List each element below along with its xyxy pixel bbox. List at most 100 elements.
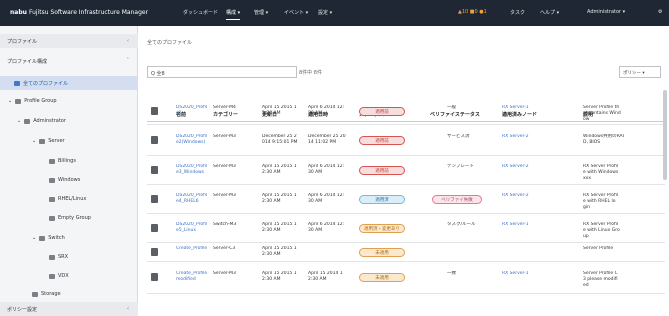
profile-name[interactable]: DS2020_Profil e1 [176, 105, 212, 117]
applied-cell: December 25 20 14 11:02 PM [308, 134, 346, 145]
status-badge: 適用済・変更あり [359, 224, 405, 233]
profile-name[interactable]: Create_Profile [176, 246, 212, 252]
sidebar-item-srx[interactable]: SRX [0, 250, 138, 264]
description-cell: RX Server Profil e with Linux Gro up [583, 222, 620, 239]
table-row[interactable]: DS2020_Profil e3_Windows Server-M3 April 1… [147, 157, 665, 185]
sidebar-item-profile-config[interactable]: プロファイル構成 ˆ [0, 54, 138, 68]
status-badge: 適用前 [359, 136, 405, 145]
user-menu[interactable]: Administrator ▾ [587, 9, 625, 15]
folder-icon [49, 273, 55, 279]
sidebar-item-switch[interactable]: ⌄ Switch [0, 231, 138, 245]
applied-cell: April 6 2014 12: 30 AM [308, 193, 345, 204]
document-icon [151, 273, 158, 281]
sidebar-item-administrator[interactable]: ⌄ Adminstrator [0, 114, 138, 128]
sidebar-item-empty-group[interactable]: Empty Group [0, 211, 138, 225]
description-cell: Server Profile [583, 246, 614, 251]
sidebar-item-profile[interactable]: プロファイル ‹ [0, 34, 138, 48]
profile-name[interactable]: Create_Profile modified [176, 271, 212, 283]
status-badge: 未適用 [359, 273, 405, 282]
applied-cell: April 15 2014 1 2:30 AM [308, 271, 343, 282]
profile-name[interactable]: DS2020_Profil e5_Linux [176, 222, 212, 234]
profile-name[interactable]: DS2020_Profil e4_RHEL6 [176, 193, 212, 205]
verify-cell: テンプレート [447, 164, 474, 169]
node-cell[interactable]: RX Server-2 [502, 134, 562, 140]
sidebar-item-all-profiles[interactable]: 全てのプロファイル [0, 76, 138, 90]
folder-icon [39, 138, 46, 144]
node-cell[interactable]: RX Server-1 [502, 271, 562, 277]
document-icon [151, 195, 158, 203]
category-cell: Switch-M3 [213, 222, 237, 227]
nav-settings[interactable]: 設定 ▾ [318, 9, 332, 16]
node-cell[interactable]: RX Server-1 [502, 222, 562, 228]
document-icon [151, 107, 158, 115]
description-cell: Server Profile th at contains Wind ow [583, 105, 621, 122]
description-cell: RX Server Profil e with Windows xxx [583, 164, 619, 181]
tasks-link[interactable]: タスク [510, 9, 525, 16]
verify-cell: タスク/ルール [447, 222, 476, 227]
document-icon [151, 166, 158, 174]
node-cell[interactable]: RX Server-2 [502, 164, 562, 170]
folder-icon [49, 158, 55, 164]
category-cell: Server-M3 [213, 134, 236, 139]
folder-icon [49, 254, 55, 260]
nav-events[interactable]: イベント ▾ [284, 9, 308, 16]
verify-cell: 一般 [447, 105, 456, 110]
node-cell[interactable]: RX Server-2 [502, 193, 562, 199]
brand: nabu Fujitsu Software Infrastructure Man… [10, 9, 149, 16]
sidebar-item-server[interactable]: ⌄ Server [0, 134, 138, 148]
updated-cell: December 25 2 014 9:15:01 PM [262, 134, 298, 145]
folder-icon [49, 196, 55, 202]
sidebar-item-windows[interactable]: Windows [0, 173, 138, 187]
verify-cell: サービス済 [447, 134, 470, 139]
search-input[interactable]: Q 全8 [147, 66, 297, 78]
node-cell[interactable]: RX Server-1 [502, 105, 562, 111]
table-row[interactable]: DS2020_Profil e4_RHEL6 Server-M3 April 15 … [147, 186, 665, 214]
applied-cell: April 6 2014 12: 30 AM [308, 222, 345, 233]
updated-cell: April 15 2015 1 2:30 AM [262, 105, 297, 116]
folder-icon [14, 80, 20, 86]
category-cell: Server-M4 [213, 105, 236, 110]
scrollbar[interactable] [663, 90, 667, 180]
sidebar-item-policy[interactable]: ポリシー設定 ‹ [0, 302, 138, 316]
status-badge: 適用前 [359, 166, 405, 175]
document-icon [151, 224, 158, 232]
nav-management[interactable]: 管理 ▾ [254, 9, 268, 16]
sidebar-item-storage[interactable]: Storage [0, 287, 138, 301]
folder-icon [24, 118, 31, 124]
alert-counts[interactable]: ▲10 ■0 ●1 [458, 9, 487, 15]
category-cell: Server-M3 [213, 193, 236, 198]
table-row[interactable]: Create_Profile modified Server-M3 April 15… [147, 262, 665, 294]
breadcrumb: 全てのプロファイル [147, 40, 193, 46]
nav-structure[interactable]: 構成 ▾ [226, 9, 241, 20]
top-bar: nabu Fujitsu Software Infrastructure Man… [0, 0, 669, 26]
profile-name[interactable]: DS2020_Profil e2(Windows) [176, 134, 212, 146]
table-row[interactable]: Create_Profile Server-C3 April 15 2015 1 … [147, 244, 665, 262]
main-content: 全てのプロファイル Q 全8 8件中 8件 ポリシー ▾ 名前 カテゴリー 更新… [139, 26, 669, 311]
nav-dashboard[interactable]: ダッシュボード [183, 9, 218, 16]
sidebar-item-rhel-linux[interactable]: RHEL/Linux [0, 192, 138, 206]
document-icon [151, 248, 158, 256]
sidebar-item-vdx[interactable]: VDX [0, 269, 138, 283]
status-badge: 未適用 [359, 248, 405, 257]
folder-icon [32, 291, 38, 297]
category-cell: Server-M3 [213, 164, 236, 169]
category-cell: Server-C3 [213, 246, 236, 251]
table-row[interactable]: DS2020_Profil e5_Linux Switch-M3 April 15 … [147, 215, 665, 243]
gear-icon[interactable]: ⚙ [658, 9, 662, 15]
updated-cell: April 15 2015 1 2:30 AM [262, 271, 297, 282]
updated-cell: April 15 2015 1 2:30 AM [262, 164, 297, 175]
sidebar-item-profile-group[interactable]: ⌄ Profile Group [0, 94, 138, 108]
sidebar: プロファイル ‹ プロファイル構成 ˆ 全てのプロファイル ⌄ Profile Gro… [0, 26, 138, 316]
description-cell: Server Profile C 3 please modifi ed [583, 271, 618, 288]
description-cell: RX Server Profil e with RHEL lo gin [583, 193, 619, 210]
status-badge: 適用前 [359, 107, 405, 116]
sidebar-item-billings[interactable]: Billings [0, 154, 138, 168]
filter-dropdown[interactable]: ポリシー ▾ [619, 66, 661, 78]
category-cell: Server-M3 [213, 271, 236, 276]
profile-name[interactable]: DS2020_Profil e3_Windows [176, 164, 212, 176]
table-row[interactable]: DS2020_Profil e1 Server-M4 April 15 2015 1… [147, 98, 665, 125]
search-count: 8件中 8件 [299, 70, 322, 76]
status-badge: 適用済 [359, 195, 405, 204]
table-row[interactable]: DS2020_Profil e2(Windows) Server-M3 Decemb… [147, 126, 665, 156]
help-menu[interactable]: ヘルプ ▾ [540, 9, 559, 16]
